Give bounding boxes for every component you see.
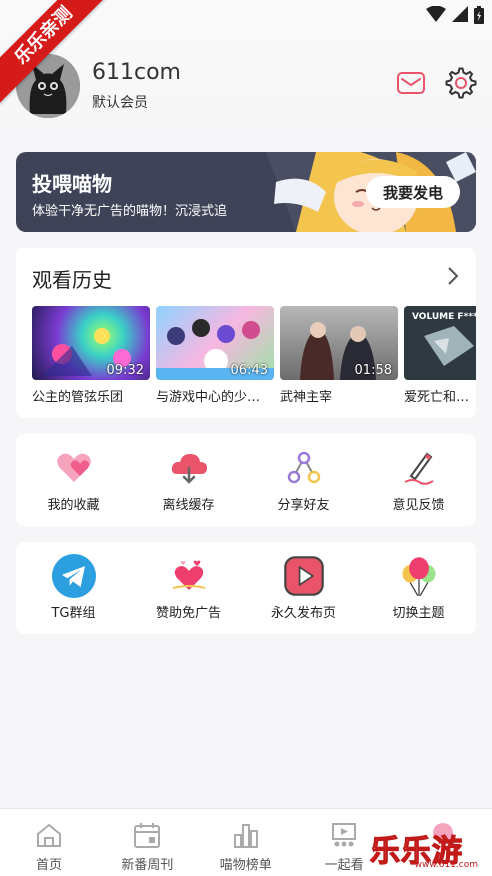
history-item-title: 公主的管弦乐团 bbox=[32, 390, 124, 405]
heart-icon bbox=[57, 453, 91, 482]
pencil-icon bbox=[404, 452, 434, 485]
signal-icon bbox=[452, 6, 468, 22]
thumbnail-caption: VOLUME F*** bbox=[412, 312, 476, 322]
history-item[interactable]: 01:58 武神主宰 bbox=[280, 306, 398, 405]
duration-label: 01:58 bbox=[354, 363, 392, 378]
nav-weekly[interactable]: 新番周刊 bbox=[98, 809, 196, 876]
sponsor-button[interactable]: 赞助免广告 bbox=[131, 542, 246, 634]
calendar-icon bbox=[134, 823, 161, 848]
theater-icon bbox=[332, 823, 357, 847]
nav-ranking[interactable]: 喵物榜单 bbox=[197, 809, 295, 876]
offline-cache-label: 离线缓存 bbox=[162, 498, 215, 513]
more-actions-card: TG群组 赞助免广告 永久发布页 切换主题 bbox=[16, 542, 476, 634]
release-page-label: 永久发布页 bbox=[270, 606, 336, 621]
history-item[interactable]: VOLUME F*** 爱死亡和机器 bbox=[404, 306, 476, 405]
history-item-title: 与游戏中心的少… bbox=[156, 390, 261, 405]
offline-cache-button[interactable]: 离线缓存 bbox=[131, 434, 246, 526]
history-title: 观看历史 bbox=[32, 268, 112, 292]
duration-label: 06:43 bbox=[230, 363, 268, 378]
nav-weekly-label: 新番周刊 bbox=[121, 858, 174, 873]
share-icon bbox=[287, 451, 321, 484]
chevron-right-icon[interactable] bbox=[446, 266, 460, 286]
thumbnail: 01:58 bbox=[280, 306, 398, 380]
balloons-icon bbox=[402, 557, 436, 597]
donate-banner[interactable]: 投喂喵物 体验干净无广告的喵物！沉浸式追 我要发电 bbox=[16, 152, 476, 232]
banner-subtitle: 体验干净无广告的喵物！沉浸式追 bbox=[32, 204, 228, 219]
release-page-button[interactable]: 永久发布页 bbox=[246, 542, 361, 634]
username: 611com bbox=[92, 60, 181, 85]
history-item[interactable]: 09:32 公主的管弦乐团 bbox=[32, 306, 150, 405]
home-icon bbox=[37, 823, 61, 847]
gear-icon bbox=[445, 67, 477, 99]
wifi-icon bbox=[426, 6, 446, 22]
history-item-title: 爱死亡和机器 bbox=[404, 390, 476, 405]
watermark-url: www.611.com bbox=[414, 860, 478, 870]
watch-history-card: 观看历史 09:32 公主的管弦乐团 06:43 与游戏中心的少… 01:58 … bbox=[16, 248, 476, 418]
duration-label: 09:32 bbox=[106, 363, 144, 378]
switch-theme-label: 切换主题 bbox=[392, 606, 445, 621]
banner-title: 投喂喵物 bbox=[32, 172, 112, 196]
status-bar bbox=[426, 6, 484, 24]
member-level: 默认会员 bbox=[92, 95, 148, 111]
telegram-group-label: TG群组 bbox=[51, 606, 96, 621]
history-item[interactable]: 06:43 与游戏中心的少… bbox=[156, 306, 274, 405]
nav-home-label: 首页 bbox=[35, 858, 62, 873]
mail-button[interactable] bbox=[396, 70, 426, 96]
share-button[interactable]: 分享好友 bbox=[246, 434, 361, 526]
mail-icon bbox=[397, 72, 425, 94]
feedback-label: 意见反馈 bbox=[392, 498, 445, 513]
ranking-icon bbox=[233, 824, 258, 848]
thumbnail: 06:43 bbox=[156, 306, 274, 380]
thumbnail: VOLUME F*** bbox=[404, 306, 476, 380]
play-icon bbox=[284, 556, 324, 596]
hearts-icon bbox=[172, 560, 206, 590]
site-watermark: 乐乐游戏 www.611.com bbox=[369, 826, 488, 874]
feedback-button[interactable]: 意见反馈 bbox=[361, 434, 476, 526]
quick-actions-card: 我的收藏 离线缓存 分享好友 意见反馈 bbox=[16, 434, 476, 526]
history-item-title: 武神主宰 bbox=[280, 390, 333, 405]
telegram-icon bbox=[52, 554, 96, 598]
nav-ranking-label: 喵物榜单 bbox=[219, 858, 272, 873]
donate-button[interactable]: 我要发电 bbox=[366, 176, 460, 208]
switch-theme-button[interactable]: 切换主题 bbox=[361, 542, 476, 634]
favorites-button[interactable]: 我的收藏 bbox=[16, 434, 131, 526]
thumbnail: 09:32 bbox=[32, 306, 150, 380]
sponsor-label: 赞助免广告 bbox=[155, 606, 221, 621]
cloud-download-icon bbox=[171, 454, 207, 484]
nav-home[interactable]: 首页 bbox=[0, 809, 98, 876]
telegram-group-button[interactable]: TG群组 bbox=[16, 542, 131, 634]
battery-icon bbox=[474, 6, 484, 24]
favorites-label: 我的收藏 bbox=[47, 498, 100, 513]
share-label: 分享好友 bbox=[277, 498, 330, 513]
settings-button[interactable] bbox=[444, 66, 478, 100]
